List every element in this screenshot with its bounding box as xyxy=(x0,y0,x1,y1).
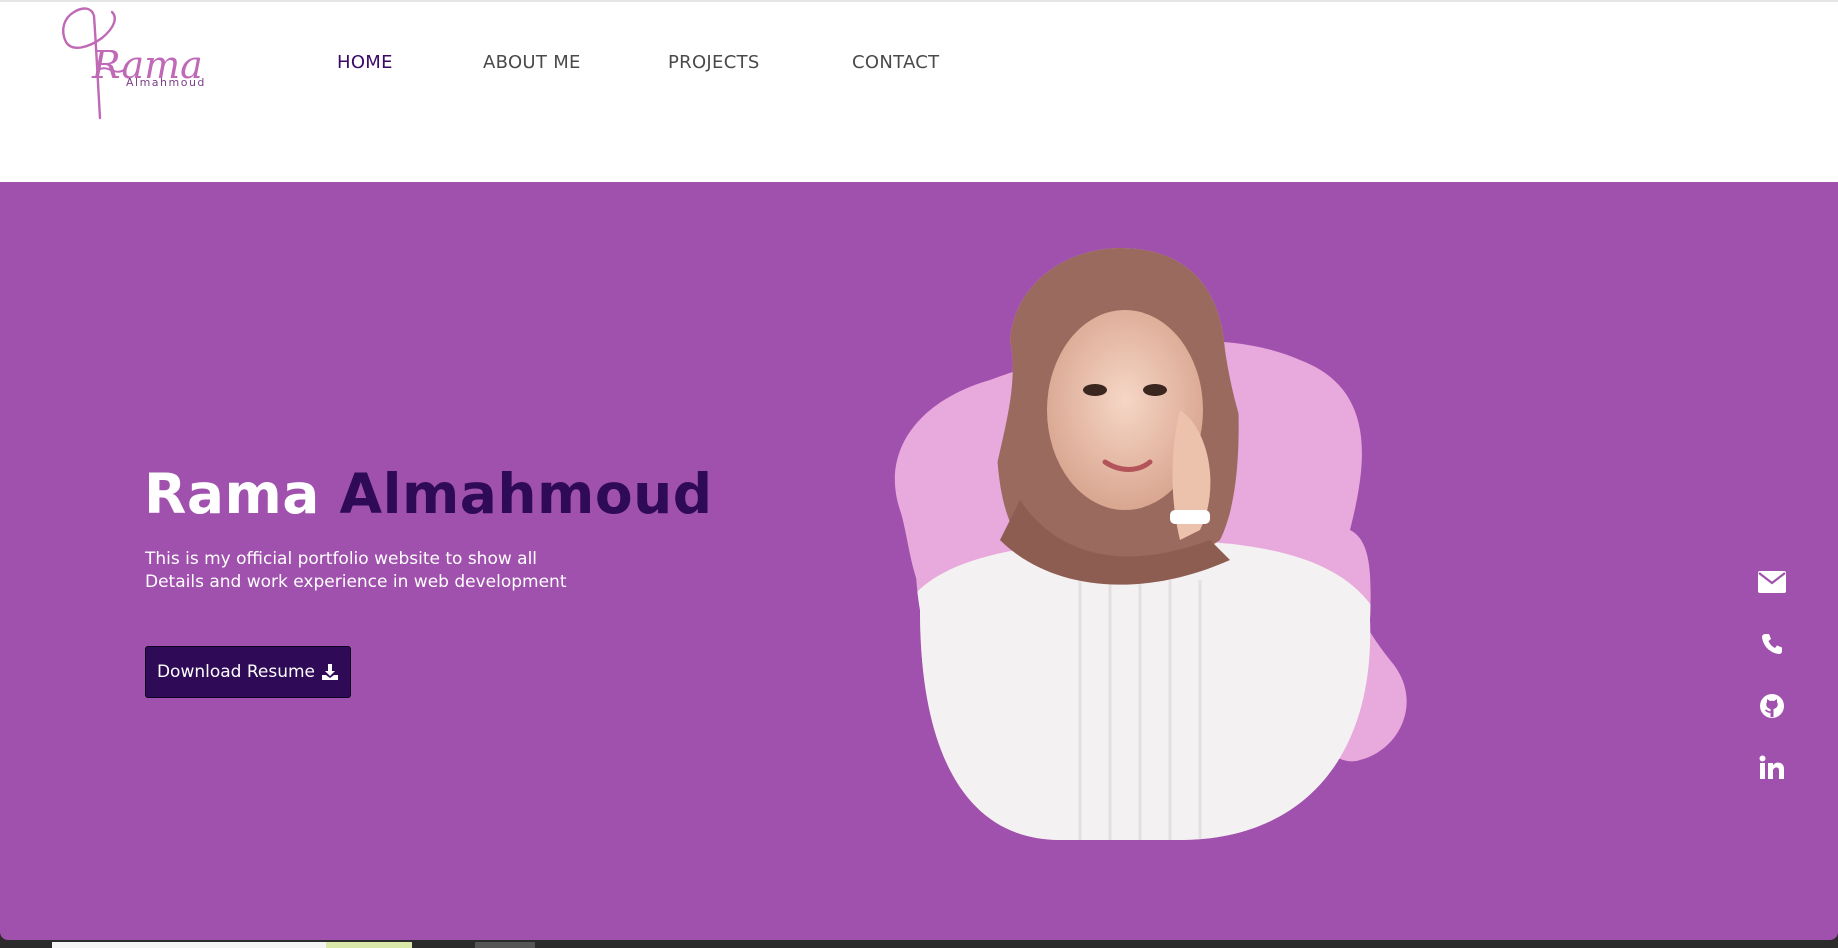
taskbar-strip xyxy=(0,940,1838,948)
nav-home[interactable]: HOME xyxy=(337,52,393,73)
download-icon xyxy=(321,663,339,681)
taskbar-segment xyxy=(326,942,412,948)
logo-sub-text: Almahmoud xyxy=(126,76,206,89)
linkedin-icon xyxy=(1759,755,1784,779)
linkedin-link[interactable] xyxy=(1754,750,1790,786)
profile-portrait xyxy=(880,240,1420,850)
hero-title: Rama Almahmoud xyxy=(144,462,713,526)
taskbar-segment xyxy=(475,942,535,948)
nav-about-me[interactable]: ABOUT ME xyxy=(483,52,581,73)
site-header: Rama Almahmoud HOME ABOUT ME PROJECTS CO… xyxy=(0,0,1838,182)
hero-description: This is my official portfolio website to… xyxy=(145,548,605,594)
github-link[interactable] xyxy=(1754,688,1790,724)
phone-icon xyxy=(1762,634,1782,654)
download-resume-label: Download Resume xyxy=(156,662,316,682)
email-link[interactable] xyxy=(1754,564,1790,600)
hero-last-name: Almahmoud xyxy=(339,462,713,526)
github-icon xyxy=(1760,694,1784,718)
envelope-icon xyxy=(1758,571,1786,593)
hero-description-line: Details and work experience in web devel… xyxy=(145,572,567,592)
hero-description-line: This is my official portfolio website to… xyxy=(145,549,538,569)
nav-contact[interactable]: CONTACT xyxy=(852,52,939,73)
download-resume-button[interactable]: Download Resume xyxy=(145,646,351,698)
logo-signature: Rama Almahmoud xyxy=(62,7,206,120)
phone-link[interactable] xyxy=(1754,626,1790,662)
hero-section: Rama Almahmoud This is my official portf… xyxy=(0,182,1838,940)
nav-projects[interactable]: PROJECTS xyxy=(668,52,760,73)
hero-first-name: Rama xyxy=(144,462,320,526)
site-logo[interactable]: Rama Almahmoud xyxy=(58,4,228,122)
